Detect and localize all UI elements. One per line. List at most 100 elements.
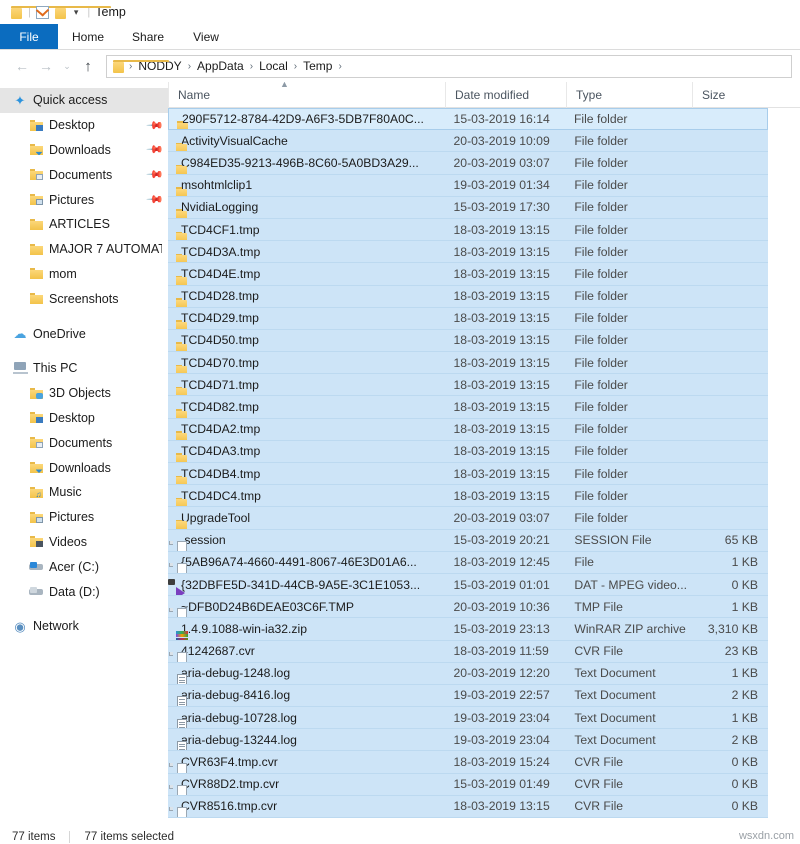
table-row[interactable]: msohtmlclip119-03-2019 01:34File folder	[168, 175, 768, 197]
cell-size	[691, 374, 768, 395]
table-row[interactable]: TCD4DB4.tmp18-03-2019 13:15File folder	[168, 463, 768, 485]
table-row[interactable]: TCD4D70.tmp18-03-2019 13:15File folder	[168, 352, 768, 374]
column-header-size[interactable]: Size	[692, 82, 769, 108]
tab-file[interactable]: File	[0, 24, 58, 49]
table-row[interactable]: 290F5712-8784-42D9-A6F3-5DB7F80A0C...15-…	[168, 108, 768, 130]
table-row[interactable]: C984ED35-9213-496B-8C60-5A0BD3A29...20-0…	[168, 152, 768, 174]
table-row[interactable]: NvidiaLogging15-03-2019 17:30File folder	[168, 197, 768, 219]
sidebar-item-videos[interactable]: Videos	[0, 530, 168, 555]
table-row[interactable]: 41242687.cvr18-03-2019 11:59CVR File23 K…	[168, 641, 768, 663]
sidebar-item-quick-access[interactable]: ✦Quick access	[0, 88, 168, 113]
sidebar-item-data-d[interactable]: Data (D:)	[0, 579, 168, 604]
breadcrumb-separator-0[interactable]: ›	[127, 61, 134, 72]
sidebar-item-network[interactable]: ◉Network	[0, 614, 168, 639]
cell-type: WinRAR ZIP archive	[565, 618, 691, 639]
table-row[interactable]: TCD4D50.tmp18-03-2019 13:15File folder	[168, 330, 768, 352]
sidebar-item-label: 3D Objects	[49, 386, 111, 400]
table-row[interactable]: TCD4D82.tmp18-03-2019 13:15File folder	[168, 396, 768, 418]
column-header-name[interactable]: Name	[168, 82, 445, 108]
cell-name: aria-debug-1248.log	[168, 663, 445, 684]
sidebar-item-downloads[interactable]: Downloads	[0, 455, 168, 480]
table-row[interactable]: TCD4D4E.tmp18-03-2019 13:15File folder	[168, 263, 768, 285]
table-row[interactable]: 1.4.9.1088-win-ia32.zip15-03-2019 23:13W…	[168, 618, 768, 640]
file-list[interactable]: 290F5712-8784-42D9-A6F3-5DB7F80A0C...15-…	[168, 108, 800, 818]
table-row[interactable]: aria-debug-1248.log20-03-2019 12:20Text …	[168, 663, 768, 685]
sidebar-item-desktop[interactable]: Desktop📌	[0, 113, 168, 138]
column-header-date-modified[interactable]: Date modified	[445, 82, 566, 108]
file-name: TCD4D3A.tmp	[181, 245, 260, 259]
table-row[interactable]: aria-debug-10728.log19-03-2019 23:04Text…	[168, 707, 768, 729]
table-row[interactable]: UpgradeTool20-03-2019 03:07File folder	[168, 507, 768, 529]
cell-type: CVR File	[565, 751, 691, 772]
table-row[interactable]: TCD4D3A.tmp18-03-2019 13:15File folder	[168, 241, 768, 263]
file-name: NvidiaLogging	[181, 200, 258, 214]
table-row[interactable]: TCD4D71.tmp18-03-2019 13:15File folder	[168, 374, 768, 396]
folder-downloads-icon	[28, 460, 44, 476]
sidebar-item-3d-objects[interactable]: 3D Objects	[0, 381, 168, 406]
sidebar-item-downloads[interactable]: Downloads📌	[0, 138, 168, 163]
tab-home[interactable]: Home	[58, 24, 118, 49]
folder-icon	[28, 241, 44, 257]
sidebar-item-screenshots[interactable]: Screenshots	[0, 286, 168, 311]
table-row[interactable]: CVR8516.tmp.cvr18-03-2019 13:15CVR File0…	[168, 796, 768, 818]
cell-size: 0 KB	[691, 574, 768, 595]
table-row[interactable]: aria-debug-13244.log19-03-2019 23:04Text…	[168, 729, 768, 751]
sidebar-item-acer-c[interactable]: Acer (C:)	[0, 554, 168, 579]
breadcrumb[interactable]: › NODDY › AppData › Local › Temp ›	[106, 55, 792, 78]
breadcrumb-separator-1[interactable]: ›	[186, 61, 193, 72]
cell-type: File folder	[565, 485, 691, 506]
table-row[interactable]: {32DBFE5D-341D-44CB-9A5E-3C1E1053...15-0…	[168, 574, 768, 596]
table-row[interactable]: TCD4DA2.tmp18-03-2019 13:15File folder	[168, 419, 768, 441]
breadcrumb-separator-3[interactable]: ›	[292, 61, 299, 72]
sidebar-item-documents[interactable]: Documents📌	[0, 162, 168, 187]
cell-date-modified: 19-03-2019 22:57	[445, 685, 566, 706]
pin-icon[interactable]: 📌	[146, 190, 165, 209]
sidebar-item-music[interactable]: ♫Music	[0, 480, 168, 505]
sidebar-item-label: Downloads	[49, 461, 111, 475]
back-button[interactable]: ←	[10, 54, 34, 78]
up-button[interactable]: ↑	[76, 54, 100, 78]
sidebar-item-onedrive[interactable]: ☁OneDrive	[0, 321, 168, 346]
forward-button[interactable]: →	[34, 54, 58, 78]
sidebar-item-pictures[interactable]: Pictures	[0, 505, 168, 530]
navigation-pane[interactable]: ✦Quick accessDesktop📌Downloads📌Documents…	[0, 82, 168, 826]
properties-checkbox-icon[interactable]	[34, 3, 52, 21]
breadcrumb-separator-4[interactable]: ›	[336, 61, 343, 72]
sidebar-item-mom[interactable]: mom	[0, 262, 168, 287]
cell-date-modified: 18-03-2019 13:15	[445, 352, 566, 373]
pin-icon[interactable]: 📌	[146, 141, 165, 160]
table-row[interactable]: {5AB96A74-4660-4491-8067-46E3D01A6...18-…	[168, 552, 768, 574]
tab-share[interactable]: Share	[118, 24, 178, 49]
table-row[interactable]: CVR88D2.tmp.cvr15-03-2019 01:49CVR File0…	[168, 774, 768, 796]
cell-name: TCD4D82.tmp	[168, 396, 445, 417]
cell-size	[691, 507, 768, 528]
table-row[interactable]: ActivityVisualCache20-03-2019 10:09File …	[168, 130, 768, 152]
table-row[interactable]: TCD4D28.tmp18-03-2019 13:15File folder	[168, 286, 768, 308]
table-row[interactable]: .session15-03-2019 20:21SESSION File65 K…	[168, 530, 768, 552]
pin-icon[interactable]: 📌	[146, 116, 165, 135]
breadcrumb-item-temp[interactable]: Temp	[299, 59, 336, 73]
table-row[interactable]: TCD4D29.tmp18-03-2019 13:15File folder	[168, 308, 768, 330]
pin-icon[interactable]: 📌	[146, 165, 165, 184]
breadcrumb-item-local[interactable]: Local	[255, 59, 292, 73]
sidebar-item-this-pc[interactable]: This PC	[0, 356, 168, 381]
breadcrumb-item-appdata[interactable]: AppData	[193, 59, 248, 73]
sidebar-item-major-7-automat[interactable]: MAJOR 7 AUTOMAT	[0, 237, 168, 262]
table-row[interactable]: aria-debug-8416.log19-03-2019 22:57Text …	[168, 685, 768, 707]
tab-view[interactable]: View	[178, 24, 234, 49]
table-row[interactable]: TCD4DC4.tmp18-03-2019 13:15File folder	[168, 485, 768, 507]
table-row[interactable]: TCD4CF1.tmp18-03-2019 13:15File folder	[168, 219, 768, 241]
breadcrumb-separator-2[interactable]: ›	[248, 61, 255, 72]
sidebar-item-articles[interactable]: ARTICLES	[0, 212, 168, 237]
column-header-type[interactable]: Type	[566, 82, 692, 108]
sidebar-item-desktop[interactable]: Desktop	[0, 406, 168, 431]
table-row[interactable]: CVR63F4.tmp.cvr18-03-2019 15:24CVR File0…	[168, 751, 768, 773]
quick-access-dropdown-icon[interactable]: ▾	[70, 7, 85, 18]
table-row[interactable]: ~DFB0D24B6DEAE03C6F.TMP20-03-2019 10:36T…	[168, 596, 768, 618]
sidebar-item-pictures[interactable]: Pictures📌	[0, 187, 168, 212]
sidebar-item-documents[interactable]: Documents	[0, 430, 168, 455]
file-name: CVR63F4.tmp.cvr	[181, 755, 278, 769]
recent-locations-button[interactable]: ⌄	[58, 54, 76, 78]
table-row[interactable]: TCD4DA3.tmp18-03-2019 13:15File folder	[168, 441, 768, 463]
new-folder-icon[interactable]	[52, 3, 70, 21]
